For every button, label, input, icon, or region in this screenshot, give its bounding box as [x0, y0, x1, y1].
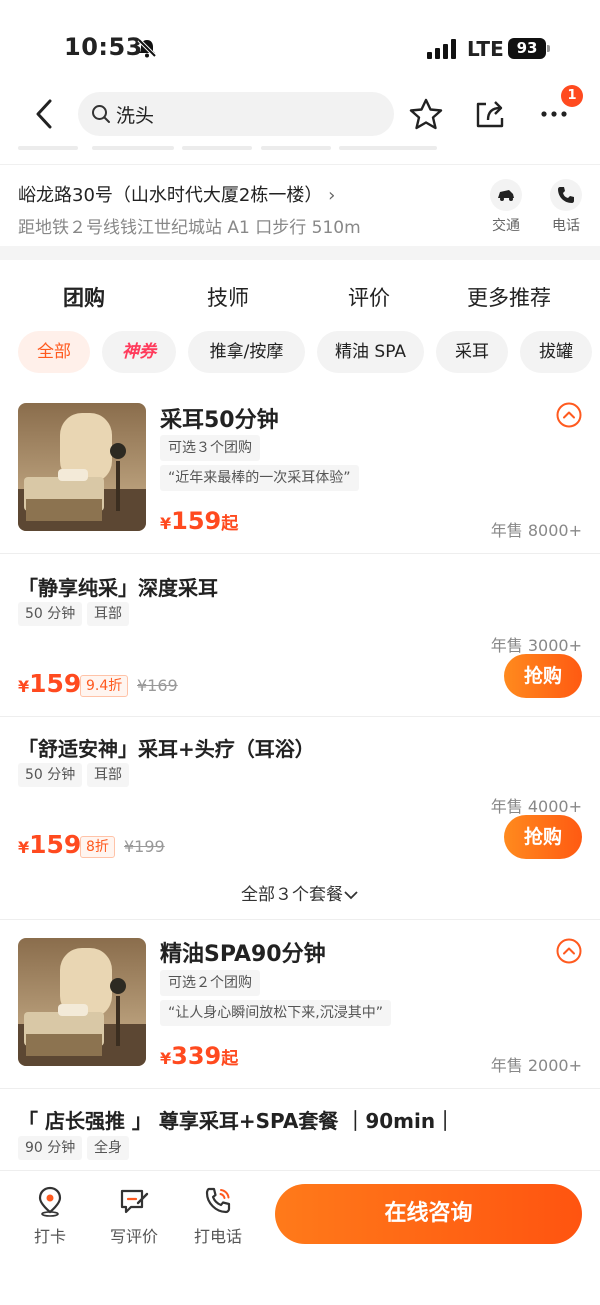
spa-room-image	[18, 938, 146, 1066]
deal-title: 「 店长强推 」 尊享采耳+SPA套餐 ｜90min｜	[18, 1109, 456, 1133]
collapse-chevron-up-icon[interactable]	[556, 402, 582, 428]
section-gap	[0, 246, 600, 260]
chip-ear-cleaning[interactable]: 采耳	[436, 331, 508, 373]
more-options-icon[interactable]	[540, 106, 568, 122]
buy-now-button[interactable]: 抢购	[504, 815, 582, 859]
original-price: ¥199	[124, 837, 165, 856]
chevron-right-icon: ›	[322, 185, 336, 206]
notification-badge: 1	[561, 85, 583, 107]
tab-technicians[interactable]: 技师	[207, 282, 249, 312]
collapse-chevron-up-icon[interactable]	[556, 938, 582, 964]
discount-badge: 9.4折	[80, 675, 129, 697]
phone-button[interactable]: 电话	[546, 179, 586, 235]
tab-group-buy[interactable]: 团购	[63, 282, 105, 316]
show-all-packages-link[interactable]: 全部３个套餐	[0, 880, 600, 905]
deal-price: ¥159	[18, 669, 82, 698]
chip-cupping[interactable]: 拔罐	[520, 331, 592, 373]
group-count-tag: 可选３个团购	[160, 435, 260, 461]
checkin-label: 打卡	[33, 1227, 66, 1246]
product-group[interactable]: 精油SPA90分钟 可选２个团购 “让人身心瞬间放松下来,沉浸其中” ¥339起…	[0, 919, 600, 1087]
divider-stub	[182, 146, 252, 150]
review-quote-tag: “近年来最棒的一次采耳体验”	[160, 465, 359, 491]
deal-item[interactable]: 「舒适安神」采耳+头疗（耳浴） 50 分钟 耳部 年售 4000+ ¥159 8…	[0, 716, 600, 876]
group-title: 采耳50分钟	[160, 408, 279, 433]
tab-label: 团购	[63, 286, 105, 310]
top-nav: 洗头 1	[0, 84, 600, 148]
address-text: 峪龙路30号（山水时代大厦2栋一楼）	[18, 185, 323, 206]
phone-icon	[558, 187, 574, 203]
body-part-tag: 耳部	[87, 763, 129, 787]
tab-reviews[interactable]: 评价	[348, 282, 390, 312]
annual-sales: 年售 8000+	[490, 521, 582, 540]
annual-sales: 年售 2000+	[490, 1056, 582, 1075]
product-group[interactable]: 采耳50分钟 可选３个团购 “近年来最棒的一次采耳体验” ¥159起 年售 80…	[0, 394, 600, 552]
signal-icon	[427, 39, 456, 59]
search-icon	[92, 105, 110, 123]
tab-more-recommendations[interactable]: 更多推荐	[467, 282, 551, 312]
spa-room-image	[18, 403, 146, 531]
address-section[interactable]: 峪龙路30号（山水时代大厦2栋一楼） › 距地铁２号线钱江世纪城站 A1 口步行…	[0, 164, 600, 246]
duration-tag: 50 分钟	[18, 602, 83, 626]
deal-title: 「舒适安神」采耳+头疗（耳浴）	[18, 737, 315, 761]
phone-call-icon	[205, 1187, 231, 1214]
chip-all[interactable]: 全部	[18, 331, 90, 373]
battery-tip	[547, 45, 550, 52]
back-icon[interactable]	[30, 96, 60, 132]
group-title: 精油SPA90分钟	[160, 942, 326, 967]
traffic-label: 交通	[492, 218, 520, 234]
location-pin-icon	[38, 1186, 62, 1217]
chip-massage[interactable]: 推拿/按摩	[188, 331, 305, 373]
divider-stub	[261, 146, 331, 150]
chip-super-coupon[interactable]: 神券	[102, 331, 176, 373]
car-icon	[498, 190, 514, 201]
duration-tag: 50 分钟	[18, 763, 83, 787]
category-chips: 全部 神券 推拿/按摩 精油 SPA 采耳 拔罐	[0, 331, 600, 375]
annual-sales: 年售 3000+	[490, 636, 582, 655]
group-price: ¥339起	[160, 1042, 239, 1070]
group-price: ¥159起	[160, 507, 239, 535]
phone-label: 电话	[552, 218, 580, 234]
call-button[interactable]: 打电话	[183, 1185, 253, 1247]
search-query: 洗头	[116, 105, 155, 127]
share-icon[interactable]	[474, 98, 506, 130]
favorite-star-icon[interactable]	[409, 98, 443, 130]
clock: 10:53	[64, 33, 143, 61]
write-review-label: 写评价	[109, 1227, 158, 1246]
subway-distance: 距地铁２号线钱江世纪城站 A1 口步行 510m	[18, 218, 361, 238]
divider-stub	[92, 146, 174, 150]
deal-item[interactable]: 「静享纯采」深度采耳 50 分钟 耳部 年售 3000+ ¥159 9.4折 ¥…	[0, 553, 600, 716]
chevron-down-icon	[344, 891, 358, 900]
original-price: ¥169	[137, 676, 178, 695]
deal-title: 「静享纯采」深度采耳	[18, 576, 218, 600]
search-bar[interactable]: 洗头	[78, 92, 394, 136]
duration-tag: 90 分钟	[18, 1136, 83, 1160]
section-tabs: 团购 技师 评价 更多推荐	[0, 270, 600, 320]
edit-review-icon	[120, 1189, 149, 1214]
body-part-tag: 耳部	[87, 602, 129, 626]
status-bar: 10:53 LTE 93	[0, 0, 600, 84]
network-type: LTE	[467, 37, 504, 61]
buy-now-button[interactable]: 抢购	[504, 654, 582, 698]
chip-essential-oil-spa[interactable]: 精油 SPA	[317, 331, 424, 373]
deal-item[interactable]: 「 店长强推 」 尊享采耳+SPA套餐 ｜90min｜ 90 分钟 全身	[0, 1088, 600, 1170]
online-consult-button[interactable]: 在线咨询	[275, 1184, 582, 1244]
show-all-label: 全部３个套餐	[241, 885, 343, 905]
battery-indicator: 93	[508, 38, 546, 59]
call-label: 打电话	[193, 1227, 242, 1246]
checkin-button[interactable]: 打卡	[15, 1185, 85, 1247]
active-tab-indicator	[63, 310, 105, 316]
bell-muted-icon	[137, 38, 157, 58]
deal-price: ¥159	[18, 830, 82, 859]
write-review-button[interactable]: 写评价	[99, 1185, 169, 1247]
body-part-tag: 全身	[87, 1136, 129, 1160]
address-line[interactable]: 峪龙路30号（山水时代大厦2栋一楼） ›	[18, 181, 335, 207]
group-count-tag: 可选２个团购	[160, 970, 260, 996]
bottom-action-bar: 打卡 写评价 打电话 在线咨询	[0, 1170, 600, 1305]
traffic-button[interactable]: 交通	[486, 179, 526, 235]
divider-stub	[339, 146, 437, 150]
review-quote-tag: “让人身心瞬间放松下来,沉浸其中”	[160, 1000, 391, 1026]
annual-sales: 年售 4000+	[490, 797, 582, 816]
divider-stub	[18, 146, 78, 150]
discount-badge: 8折	[80, 836, 115, 858]
